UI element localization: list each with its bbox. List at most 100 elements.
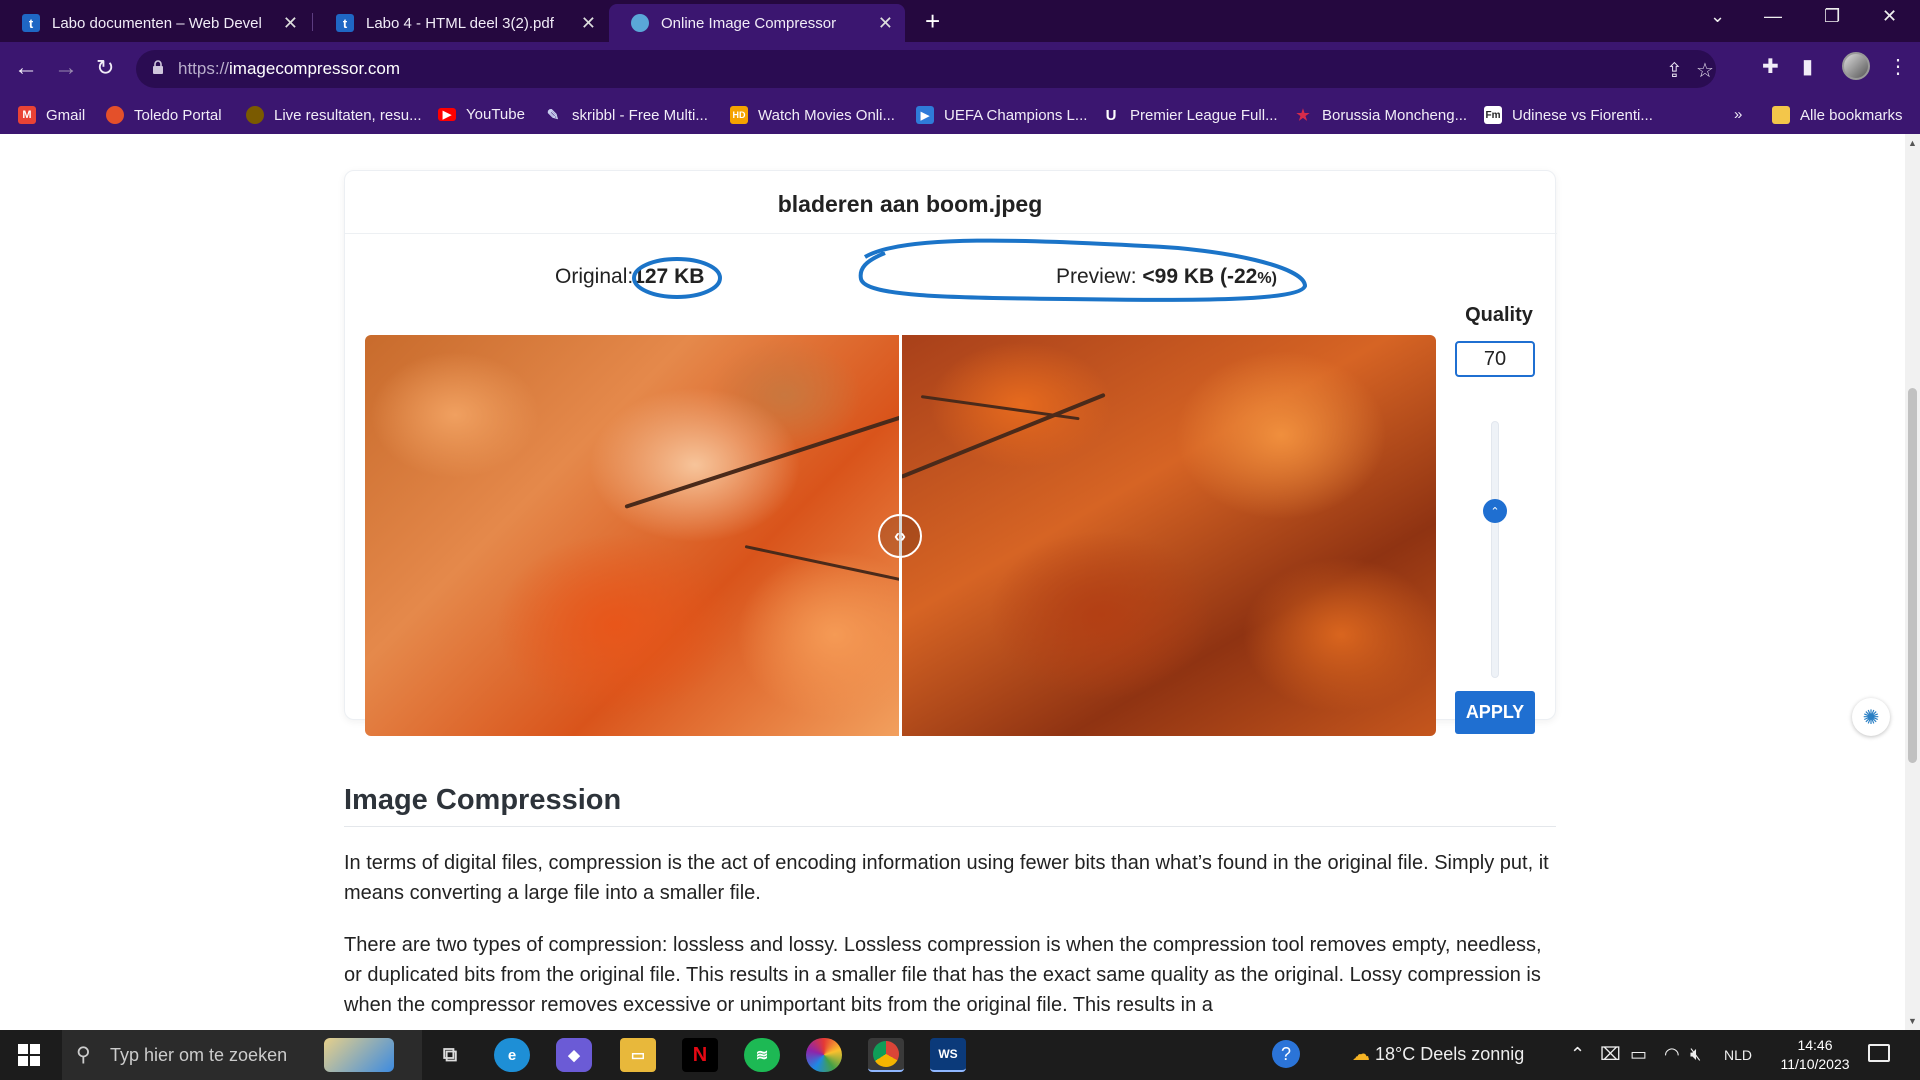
notification-icon[interactable]	[1868, 1044, 1890, 1062]
tray-overflow-chevron-icon[interactable]: ⌃	[1570, 1044, 1585, 1065]
original-size-label: Original:127 KB	[555, 265, 705, 288]
forward-arrow-icon[interactable]: →	[54, 54, 78, 82]
taskbar-search-box[interactable]: ⚲ Typ hier om te zoeken	[62, 1030, 422, 1080]
tab-title: Labo 4 - HTML deel 3(2).pdf	[366, 14, 554, 32]
quality-slider-thumb[interactable]: ⌃	[1483, 499, 1507, 523]
bookmark-uefa[interactable]: ▶ UEFA Champions L...	[916, 106, 1087, 124]
tab-separator	[312, 13, 313, 31]
webstorm-icon[interactable]: WS	[930, 1038, 966, 1072]
edge-icon[interactable]: e	[494, 1038, 530, 1072]
new-tab-button[interactable]: +	[925, 6, 940, 37]
netflix-icon[interactable]: N	[682, 1038, 718, 1072]
close-icon[interactable]: ✕	[581, 13, 596, 34]
section-divider	[344, 826, 1556, 827]
bookmark-gmail[interactable]: M Gmail	[18, 106, 85, 124]
bookmark-watch-movies[interactable]: HD Watch Movies Onli...	[730, 106, 895, 124]
spotify-icon[interactable]: ≋	[744, 1038, 780, 1072]
task-view-icon[interactable]: ⧉	[432, 1038, 468, 1072]
browser-toolbar: ← → ↻ https://imagecompressor.com ⇪ ☆ ✚ …	[0, 42, 1920, 98]
scroll-up-arrow-icon[interactable]: ▲	[1908, 138, 1917, 148]
meet-now-icon[interactable]: ⌧	[1600, 1044, 1621, 1065]
preview-size-value: <99 KB (-22%)	[1142, 265, 1277, 288]
quality-slider-track[interactable]	[1491, 421, 1499, 678]
bookmark-live-resultaten[interactable]: Live resultaten, resu...	[246, 106, 422, 124]
windows-start-icon[interactable]	[18, 1044, 40, 1066]
bookmark-youtube[interactable]: ▶ YouTube	[438, 106, 525, 123]
tab-title: Labo documenten – Web Develo	[52, 14, 262, 32]
tab-title: Online Image Compressor	[661, 14, 837, 32]
help-icon[interactable]: ?	[1272, 1040, 1300, 1068]
livescore-icon	[246, 106, 264, 124]
lock-icon	[153, 60, 163, 74]
split-drag-handle-icon[interactable]: ‹›	[878, 514, 922, 558]
branch-shape	[920, 395, 1080, 421]
section-heading: Image Compression	[344, 784, 622, 816]
share-icon[interactable]: ⇪	[1666, 58, 1683, 83]
battery-icon[interactable]: ▭	[1630, 1044, 1647, 1065]
minimize-icon[interactable]: —	[1764, 6, 1782, 27]
wifi-icon[interactable]: ◠	[1664, 1044, 1680, 1065]
tab-online-image-compressor[interactable]: Online Image Compressor ✕	[609, 4, 905, 42]
article-paragraph: In terms of digital files, compression i…	[344, 852, 1549, 904]
close-icon[interactable]: ✕	[283, 13, 298, 34]
tab-labo-4-pdf[interactable]: t Labo 4 - HTML deel 3(2).pdf ✕	[314, 4, 608, 42]
card-divider	[345, 233, 1557, 234]
close-window-icon[interactable]: ✕	[1882, 6, 1897, 27]
search-highlight-illustration	[324, 1038, 394, 1072]
browser-tab-strip: t Labo documenten – Web Develo ✕ t Labo …	[0, 0, 1920, 42]
toledo-t-icon: t	[336, 14, 354, 32]
extensions-puzzle-icon[interactable]: ✚	[1762, 54, 1779, 79]
toledo-icon	[106, 106, 124, 124]
branch-shape	[624, 412, 911, 509]
toledo-t-icon: t	[22, 14, 40, 32]
hd-icon: HD	[730, 106, 748, 124]
bookmark-star-icon[interactable]: ☆	[1696, 58, 1714, 83]
chrome-icon[interactable]	[868, 1038, 904, 1072]
play-icon: ▶	[916, 106, 934, 124]
scroll-down-arrow-icon[interactable]: ▼	[1908, 1016, 1917, 1026]
apply-button[interactable]: APPLY	[1455, 691, 1535, 734]
url-text: https://imagecompressor.com	[178, 59, 401, 78]
tab-labo-documenten[interactable]: t Labo documenten – Web Develo ✕	[0, 4, 310, 42]
reload-icon[interactable]: ↻	[96, 54, 114, 82]
address-bar[interactable]: https://imagecompressor.com ⇪ ☆	[136, 50, 1716, 88]
folder-icon	[1772, 106, 1790, 124]
bookmarks-overflow-chevron-icon[interactable]: »	[1734, 106, 1742, 123]
bookmark-premier-league[interactable]: U Premier League Full...	[1102, 106, 1278, 124]
ai-assistant-icon[interactable]: ✺	[1852, 698, 1890, 736]
close-icon[interactable]: ✕	[878, 13, 893, 34]
bookmark-toledo[interactable]: Toledo Portal	[106, 106, 222, 124]
bookmark-skribbl[interactable]: ✎ skribbl - Free Multi...	[544, 106, 708, 125]
menu-kebab-icon[interactable]: ⋮	[1888, 54, 1908, 79]
u-icon: U	[1105, 106, 1117, 124]
youtube-icon: ▶	[438, 108, 456, 121]
page-scrollbar[interactable]: ▲ ▼	[1905, 134, 1920, 1030]
photos-icon[interactable]	[806, 1038, 842, 1072]
back-arrow-icon[interactable]: ←	[14, 54, 38, 82]
preview-size-label: Preview: <99 KB (-22%)	[1056, 265, 1277, 288]
bookmark-borussia[interactable]: ★ Borussia Moncheng...	[1294, 106, 1467, 125]
profile-avatar[interactable]	[1842, 52, 1870, 80]
scrollbar-thumb[interactable]	[1908, 388, 1917, 763]
cloud-icon	[631, 14, 649, 32]
weather-widget[interactable]: ☁ 18°C Deels zonnig	[1352, 1044, 1524, 1065]
search-placeholder: Typ hier om te zoeken	[110, 1045, 288, 1065]
quality-input[interactable]	[1455, 341, 1535, 377]
image-comparison-viewer[interactable]: ‹›	[365, 335, 1436, 736]
restore-icon[interactable]: ❐	[1824, 6, 1840, 27]
side-panel-icon[interactable]: ▮	[1802, 54, 1813, 79]
article-paragraph: There are two types of compression: loss…	[344, 934, 1542, 1016]
bookmarks-bar: M Gmail Toledo Portal Live resultaten, re…	[0, 98, 1920, 134]
compressed-preview-image	[900, 335, 1436, 736]
fm-icon: Fm	[1484, 106, 1502, 124]
system-clock[interactable]: 14:46 11/10/2023	[1760, 1036, 1870, 1074]
all-bookmarks-folder[interactable]: Alle bookmarks	[1772, 106, 1903, 124]
copilot-icon[interactable]: ◆	[556, 1038, 592, 1072]
language-indicator[interactable]: NLD	[1724, 1047, 1752, 1063]
windows-taskbar: ⚲ Typ hier om te zoeken ⧉ e ◆ ▭ N ≋ WS ?…	[0, 1030, 1920, 1080]
file-explorer-icon[interactable]: ▭	[620, 1038, 656, 1072]
volume-muted-icon[interactable]: 🔇︎	[1690, 1044, 1701, 1065]
tab-search-chevron-icon[interactable]: ⌄	[1710, 6, 1725, 27]
bookmark-udinese[interactable]: Fm Udinese vs Fiorenti...	[1484, 106, 1653, 124]
quality-label: Quality	[1465, 304, 1533, 326]
